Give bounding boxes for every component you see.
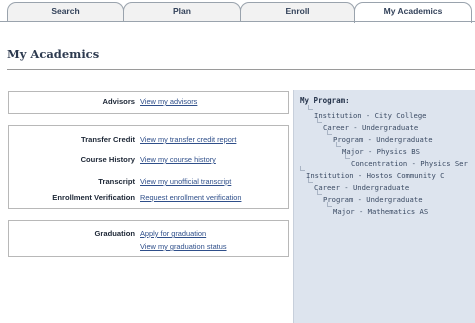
tree-connector-icon <box>327 202 332 207</box>
course-history-row: Course History View my course history <box>9 155 290 167</box>
tree-connector-icon <box>308 178 313 183</box>
enrollment-verification-label: Enrollment Verification <box>52 193 135 202</box>
tree-item-major-1: Major - Physics BS <box>342 147 420 156</box>
tree-connector-icon <box>317 118 322 123</box>
graduation-label: Graduation <box>94 229 135 238</box>
tab-divider <box>0 21 475 22</box>
course-history-label: Course History <box>80 155 135 164</box>
advisors-label: Advisors <box>102 97 136 106</box>
tree-item-major-2: Major - Mathematics AS <box>333 207 429 216</box>
title-divider <box>7 69 475 70</box>
my-program-panel: My Program: Institution - City College C… <box>293 90 475 323</box>
tab-bar: Search Plan Enroll My Academics <box>0 0 475 23</box>
tab-my-academics-label: My Academics <box>383 6 443 16</box>
view-advisors-link[interactable]: View my advisors <box>140 97 197 106</box>
course-history-link[interactable]: View my course history <box>140 155 216 164</box>
tree-item-institution-2: Institution - Hostos Community C <box>306 171 445 180</box>
tab-search[interactable]: Search <box>7 2 124 22</box>
page-title: My Academics <box>7 47 100 61</box>
tree-connector-icon <box>336 142 341 147</box>
graduation-group: Graduation Apply for graduation View my … <box>8 220 289 257</box>
advisors-group: Advisors View my advisors <box>8 91 289 114</box>
my-program-title: My Program: <box>300 96 350 105</box>
tree-item-program-1: Program - Undergraduate <box>333 135 433 144</box>
advisors-row: Advisors View my advisors <box>9 97 290 109</box>
tree-item-concentration-1: Concentration - Physics Ser <box>351 159 468 168</box>
tree-item-career-2: Career - Undergraduate <box>314 183 410 192</box>
tree-item-program-2: Program - Undergraduate <box>323 195 423 204</box>
transcript-row: Transcript View my unofficial transcript <box>9 177 290 189</box>
apply-graduation-link[interactable]: Apply for graduation <box>140 229 206 238</box>
transfer-credit-link[interactable]: View my transfer credit report <box>140 135 236 144</box>
transcript-label: Transcript <box>98 177 135 186</box>
tree-connector-icon <box>317 190 322 195</box>
transfer-credit-row: Transfer Credit View my transfer credit … <box>9 135 290 147</box>
enrollment-verification-link[interactable]: Request enrollment verification <box>140 193 241 202</box>
graduation-status-link[interactable]: View my graduation status <box>140 242 227 251</box>
unofficial-transcript-link[interactable]: View my unofficial transcript <box>140 177 231 186</box>
tree-connector-icon <box>300 166 305 171</box>
tree-connector-icon <box>345 154 350 159</box>
tree-item-career-1: Career - Undergraduate <box>323 123 419 132</box>
tab-enroll[interactable]: Enroll <box>240 2 355 22</box>
tab-search-label: Search <box>51 6 80 16</box>
academic-records-group: Transfer Credit View my transfer credit … <box>8 125 289 209</box>
tree-connector-icon <box>308 105 313 110</box>
graduation-status-row: View my graduation status <box>9 242 290 254</box>
tab-plan[interactable]: Plan <box>123 2 241 22</box>
tab-plan-label: Plan <box>173 6 191 16</box>
tab-enroll-label: Enroll <box>285 6 310 16</box>
tree-connector-icon <box>327 130 332 135</box>
transfer-credit-label: Transfer Credit <box>80 135 135 144</box>
tab-my-academics[interactable]: My Academics <box>354 2 472 23</box>
tree-item-institution-1: Institution - City College <box>314 111 427 120</box>
apply-graduation-row: Graduation Apply for graduation <box>9 229 290 241</box>
enrollment-verification-row: Enrollment Verification Request enrollme… <box>9 193 290 205</box>
